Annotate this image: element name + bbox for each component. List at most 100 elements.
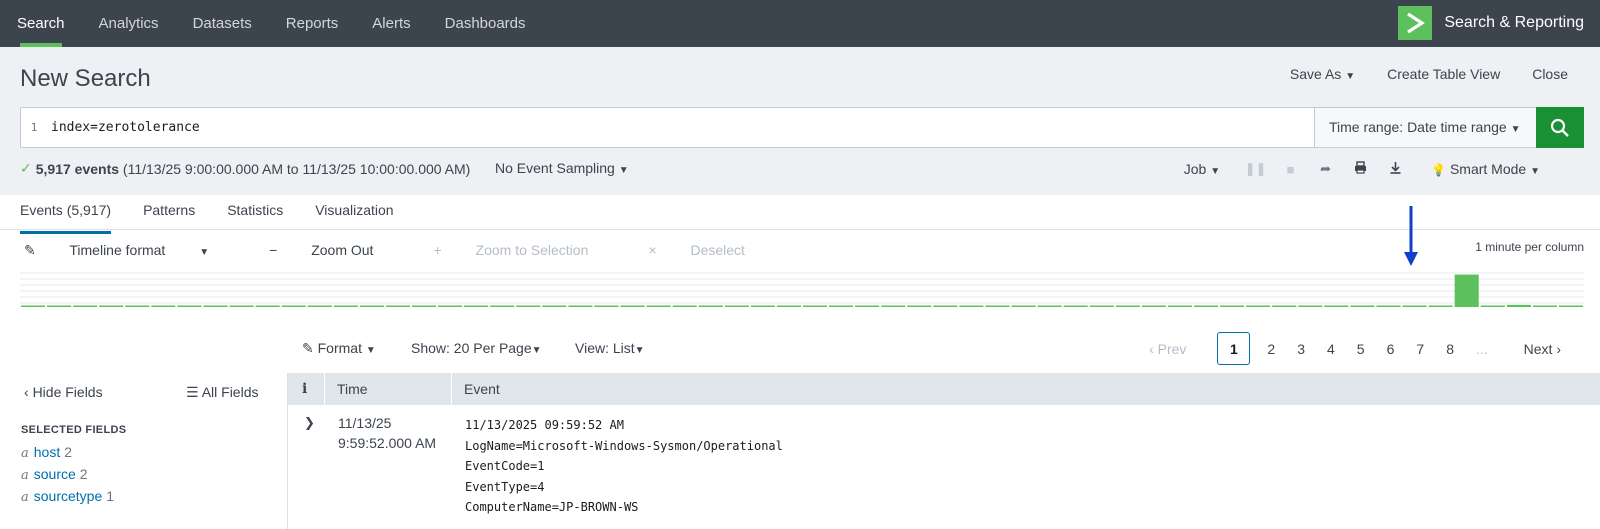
timeline-bar[interactable] — [1298, 305, 1323, 308]
timeline-bar[interactable] — [151, 305, 176, 308]
zoom-to-selection-button[interactable]: + Zoom to Selection — [433, 242, 618, 259]
timeline-bar[interactable] — [1220, 305, 1245, 308]
event-raw-text[interactable]: 11/13/2025 09:59:52 AM LogName=Microsoft-… — [465, 415, 783, 518]
timeline-bar[interactable] — [829, 305, 854, 308]
timeline-bar[interactable] — [1037, 305, 1062, 308]
timeline-bar[interactable] — [881, 305, 906, 308]
timeline-bar[interactable] — [1246, 305, 1271, 308]
create-table-view-button[interactable]: Create Table View — [1387, 66, 1500, 82]
stop-icon[interactable]: ■ — [1273, 162, 1308, 177]
format-dropdown[interactable]: ✎ Format ▼ — [302, 340, 376, 357]
timeline-bar[interactable] — [1428, 305, 1453, 308]
timeline-bar[interactable] — [516, 305, 541, 308]
timeline-bar[interactable] — [855, 305, 880, 308]
field-item-host[interactable]: a host 2 — [21, 442, 114, 464]
timeline-bar[interactable] — [933, 305, 958, 308]
timeline-bar[interactable] — [1089, 305, 1114, 308]
timeline-bar[interactable] — [385, 305, 410, 308]
timeline-bar[interactable] — [1506, 304, 1531, 307]
timeline-bar[interactable] — [907, 305, 932, 308]
zoom-out-button[interactable]: − Zoom Out — [269, 242, 403, 259]
page-1-button[interactable]: 1 — [1217, 332, 1251, 365]
timeline-bar[interactable] — [1350, 305, 1375, 308]
nav-search[interactable]: Search — [0, 0, 82, 47]
page-4-button[interactable]: 4 — [1316, 333, 1346, 365]
field-name[interactable]: sourcetype — [34, 488, 102, 504]
timeline-bar[interactable] — [333, 305, 358, 308]
nav-alerts[interactable]: Alerts — [355, 0, 427, 47]
timeline-bar[interactable] — [542, 305, 567, 308]
search-input[interactable]: index=zerotolerance — [47, 108, 1314, 147]
timeline-bar[interactable] — [177, 305, 202, 308]
timeline-bar[interactable] — [1194, 305, 1219, 308]
timeline-bar[interactable] — [1558, 305, 1583, 308]
timeline-bar[interactable] — [568, 305, 593, 308]
timeline-bar[interactable] — [620, 305, 645, 308]
field-item-source[interactable]: a source 2 — [21, 464, 114, 486]
event-line[interactable]: ComputerName=JP-BROWN-WS — [465, 497, 783, 518]
timeline-bar[interactable] — [21, 305, 46, 308]
page-2-button[interactable]: 2 — [1256, 333, 1286, 365]
timeline-bar[interactable] — [307, 305, 332, 308]
timeline-bar[interactable] — [203, 305, 228, 308]
timeline-bar[interactable] — [125, 305, 150, 308]
timeline-bar[interactable] — [1402, 305, 1427, 308]
field-item-sourcetype[interactable]: a sourcetype 1 — [21, 486, 114, 508]
download-icon[interactable] — [1378, 161, 1413, 177]
pause-icon[interactable]: ❚❚ — [1238, 161, 1273, 177]
nav-datasets[interactable]: Datasets — [176, 0, 269, 47]
timeline-bar[interactable] — [1324, 305, 1349, 308]
timeline-bar[interactable] — [750, 305, 775, 308]
timeline-bar[interactable] — [229, 305, 254, 308]
prev-page-button[interactable]: ‹ Prev — [1138, 333, 1197, 365]
save-as-button[interactable]: Save As ▼ — [1290, 66, 1355, 82]
tab-events[interactable]: Events (5,917) — [20, 195, 112, 234]
next-page-button[interactable]: Next › — [1513, 333, 1572, 365]
close-button[interactable]: Close — [1532, 66, 1568, 82]
tab-patterns[interactable]: Patterns — [143, 195, 195, 229]
page-7-button[interactable]: 7 — [1405, 333, 1435, 365]
event-timeline[interactable] — [20, 270, 1584, 310]
event-line[interactable]: LogName=Microsoft-Windows-Sysmon/Operati… — [465, 436, 783, 457]
timeline-format-dropdown[interactable]: ✎ Timeline format ▼ — [24, 242, 239, 259]
timeline-bar[interactable] — [490, 305, 515, 308]
share-icon[interactable]: ➦ — [1308, 161, 1343, 177]
timeline-bar[interactable] — [724, 305, 749, 308]
app-badge[interactable]: Search & Reporting — [1398, 6, 1584, 40]
timeline-bar[interactable] — [359, 305, 384, 308]
page-5-button[interactable]: 5 — [1346, 333, 1376, 365]
event-sampling-dropdown[interactable]: No Event Sampling ▼ — [495, 160, 629, 176]
nav-reports[interactable]: Reports — [269, 0, 356, 47]
all-fields-button[interactable]: ☰ All Fields — [186, 384, 258, 401]
timeline-bar[interactable] — [412, 305, 437, 308]
timeline-bar[interactable] — [464, 305, 489, 308]
page-6-button[interactable]: 6 — [1376, 333, 1406, 365]
print-icon[interactable] — [1343, 161, 1378, 177]
tab-statistics[interactable]: Statistics — [227, 195, 283, 229]
timeline-bar[interactable] — [1532, 305, 1557, 308]
deselect-button[interactable]: × Deselect — [648, 242, 775, 259]
timeline-bar[interactable] — [1011, 305, 1036, 308]
job-dropdown[interactable]: Job ▼ — [1184, 161, 1220, 177]
timeline-bar[interactable] — [73, 305, 98, 308]
event-line[interactable]: 11/13/2025 09:59:52 AM — [465, 415, 783, 436]
page-3-button[interactable]: 3 — [1286, 333, 1316, 365]
timeline-bar[interactable] — [698, 305, 723, 308]
search-button[interactable] — [1536, 107, 1584, 148]
expand-row-icon[interactable]: ❯ — [304, 415, 315, 431]
timeline-bar[interactable] — [646, 305, 671, 308]
timeline-bar[interactable] — [255, 305, 280, 308]
nav-dashboards[interactable]: Dashboards — [428, 0, 543, 47]
timeline-bar[interactable] — [1167, 305, 1192, 308]
timeline-bar[interactable] — [1115, 305, 1140, 308]
timeline-bar[interactable] — [672, 305, 697, 308]
timeline-bar[interactable] — [438, 305, 463, 308]
event-line[interactable]: EventType=4 — [465, 477, 783, 498]
timeline-bar[interactable] — [803, 305, 828, 308]
timeline-bar[interactable] — [99, 305, 124, 308]
field-name[interactable]: host — [34, 444, 60, 460]
timeline-bar[interactable] — [1272, 305, 1297, 308]
event-line[interactable]: EventCode=1 — [465, 456, 783, 477]
timeline-bar[interactable] — [1141, 305, 1166, 308]
page-8-button[interactable]: 8 — [1435, 333, 1465, 365]
